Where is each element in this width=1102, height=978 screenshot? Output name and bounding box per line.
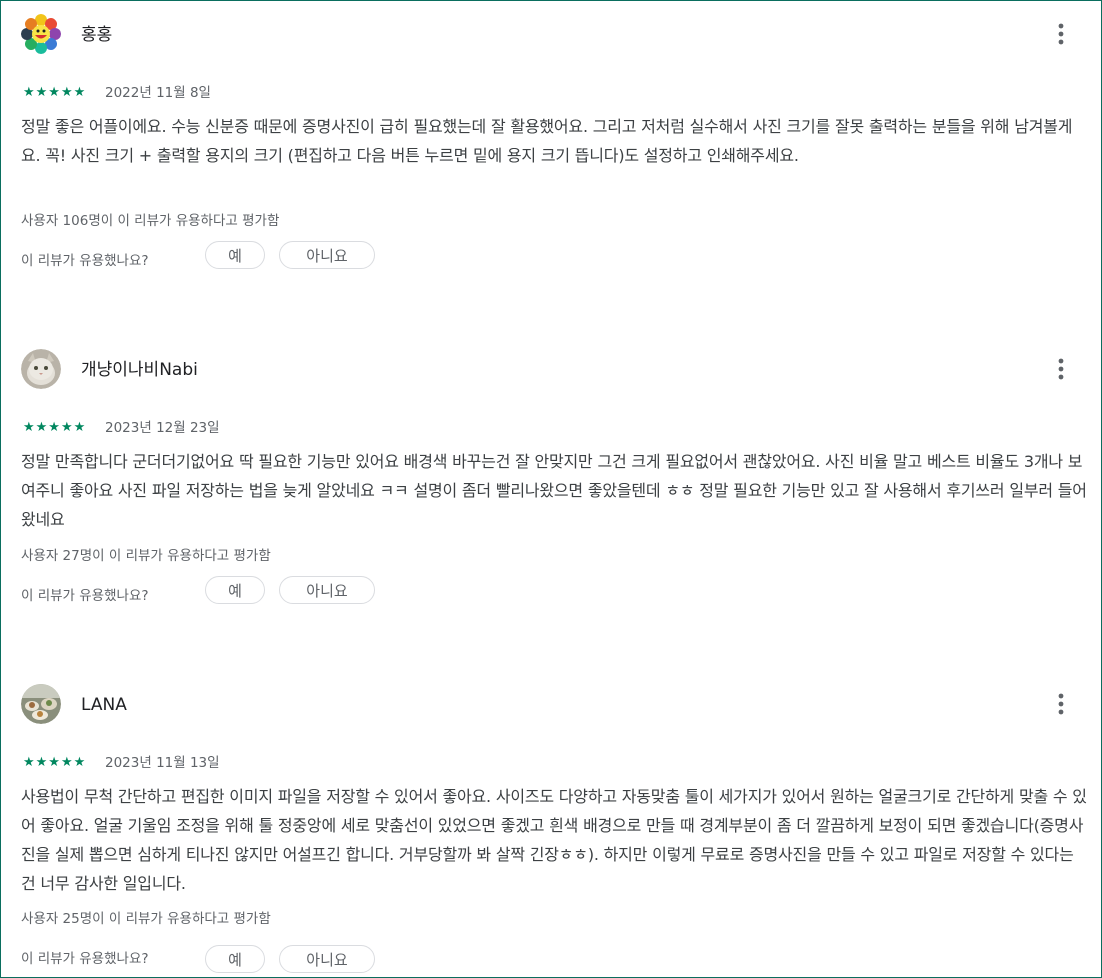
helpful-yes-button[interactable]: 예 — [205, 241, 265, 269]
helpful-yes-button[interactable]: 예 — [205, 576, 265, 604]
review-date: 2023년 12월 23일 — [105, 420, 220, 436]
helpful-question: 이 리뷰가 유용했나요? — [21, 588, 149, 604]
helpful-no-button[interactable]: 아니요 — [279, 241, 375, 269]
review-text: 정말 만족합니다 군더더기없어요 딱 필요한 기능만 있어요 배경색 바꾸는건 … — [21, 452, 1087, 529]
helpful-no-button[interactable]: 아니요 — [279, 945, 375, 973]
more-vert-icon[interactable] — [1047, 355, 1075, 383]
review-date: 2022년 11월 8일 — [105, 85, 211, 101]
helpful-count: 사용자 106명이 이 리뷰가 유용하다고 평가함 — [21, 213, 280, 229]
star-rating: ★★★★★ — [23, 755, 87, 770]
review-text: 정말 좋은 어플이에요. 수능 신분증 때문에 증명사진이 급히 필요했는데 잘… — [21, 117, 1073, 165]
helpful-no-button[interactable]: 아니요 — [279, 576, 375, 604]
helpful-question: 이 리뷰가 유용했나요? — [21, 951, 149, 967]
review-header: 홍홍 — [21, 14, 1081, 56]
helpful-count: 사용자 27명이 이 리뷰가 유용하다고 평가함 — [21, 548, 271, 564]
more-vert-icon[interactable] — [1047, 690, 1075, 718]
star-rating: ★★★★★ — [23, 420, 87, 435]
author-name: 홍홍 — [81, 25, 113, 45]
avatar — [21, 14, 61, 54]
more-vert-icon[interactable] — [1047, 20, 1075, 48]
avatar — [21, 684, 61, 724]
avatar — [21, 349, 61, 389]
author-name: LANA — [81, 695, 127, 715]
review-header: LANA — [21, 684, 1081, 726]
helpful-count: 사용자 25명이 이 리뷰가 유용하다고 평가함 — [21, 911, 271, 927]
reviews-panel: 홍홍 ★★★★★ 2022년 11월 8일 정말 좋은 어플이에요. 수능 신분… — [0, 0, 1102, 978]
review-header: 개냥이나비Nabi — [21, 349, 1081, 391]
helpful-yes-button[interactable]: 예 — [205, 945, 265, 973]
author-name: 개냥이나비Nabi — [81, 360, 198, 380]
helpful-question: 이 리뷰가 유용했나요? — [21, 253, 149, 269]
review-date: 2023년 11월 13일 — [105, 755, 220, 771]
review-text: 사용법이 무척 간단하고 편집한 이미지 파일을 저장할 수 있어서 좋아요. … — [21, 787, 1087, 893]
star-rating: ★★★★★ — [23, 85, 87, 100]
